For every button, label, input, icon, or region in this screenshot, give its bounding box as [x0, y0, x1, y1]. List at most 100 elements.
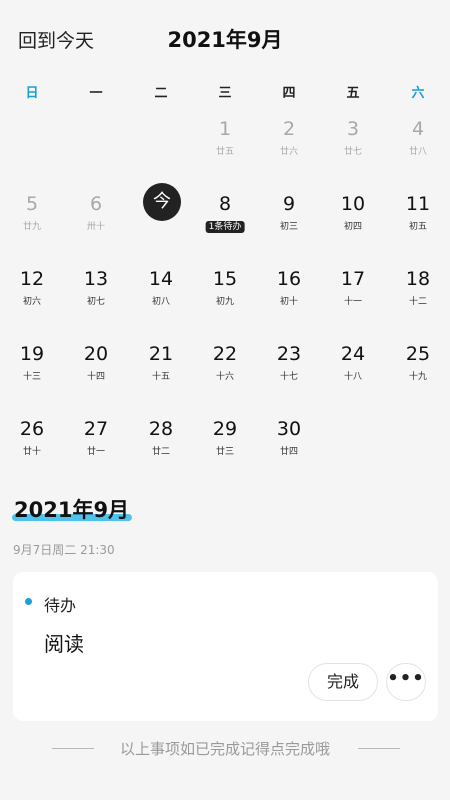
- day-number: 1: [218, 118, 232, 140]
- calendar-day[interactable]: 19 十三: [0, 337, 64, 409]
- day-number: 29: [212, 418, 238, 440]
- day-number: 24: [340, 343, 366, 365]
- calendar-day[interactable]: 18 十二: [386, 262, 450, 334]
- calendar-day[interactable]: 25 十九: [386, 337, 450, 409]
- day-number: 8: [218, 193, 232, 215]
- lunar-date: 初四: [343, 222, 362, 232]
- day-number: 10: [340, 193, 366, 215]
- today-marker: 今: [143, 183, 181, 221]
- weekday-header: 日一二三四五六: [0, 82, 450, 102]
- todo-count-badge: 1条待办: [205, 221, 245, 233]
- lunar-date: 十五: [151, 372, 170, 382]
- calendar-day[interactable]: 6 卅十: [64, 187, 128, 259]
- calendar-day[interactable]: 11 初五: [386, 187, 450, 259]
- calendar-day[interactable]: 20 十四: [64, 337, 128, 409]
- calendar-day[interactable]: 3 廿七: [321, 112, 385, 184]
- day-number: 4: [411, 118, 425, 140]
- lunar-date: 卅十: [86, 222, 105, 232]
- weekday-label: 六: [411, 86, 425, 101]
- lunar-date: 廿五: [215, 147, 234, 157]
- lunar-date: 廿三: [215, 447, 234, 457]
- lunar-date: 初三: [279, 222, 298, 232]
- weekday-label: 二: [154, 86, 168, 101]
- lunar-date: 廿九: [22, 222, 41, 232]
- lunar-date: 十一: [343, 297, 362, 307]
- lunar-date: 十二: [408, 297, 427, 307]
- calendar-day[interactable]: 17 十一: [321, 262, 385, 334]
- calendar-day[interactable]: 29 廿三: [193, 412, 257, 484]
- lunar-date: 十四: [86, 372, 105, 382]
- weekday-label: 四: [282, 86, 296, 101]
- calendar-day[interactable]: 8 1条待办: [193, 187, 257, 259]
- calendar-day[interactable]: 24 十八: [321, 337, 385, 409]
- weekday-label: 五: [346, 86, 360, 101]
- calendar-day[interactable]: 14 初八: [129, 262, 193, 334]
- calendar-day[interactable]: 13 初七: [64, 262, 128, 334]
- calendar-day[interactable]: 22 十六: [193, 337, 257, 409]
- month-title[interactable]: 2021年9月: [0, 24, 450, 54]
- day-number: 23: [276, 343, 302, 365]
- day-number: 28: [148, 418, 174, 440]
- calendar-day[interactable]: 9 初三: [257, 187, 321, 259]
- calendar-day[interactable]: 5 廿九: [0, 187, 64, 259]
- day-number: 12: [19, 268, 45, 290]
- calendar-day[interactable]: 10 初四: [321, 187, 385, 259]
- section-title: 2021年9月: [14, 498, 130, 522]
- day-number: 22: [212, 343, 238, 365]
- lunar-date: 初五: [408, 222, 427, 232]
- day-number: 11: [405, 193, 431, 215]
- complete-button[interactable]: 完成: [308, 663, 378, 701]
- lunar-date: 廿二: [151, 447, 170, 457]
- day-number: 14: [148, 268, 174, 290]
- day-number: 6: [89, 193, 103, 215]
- more-options-icon[interactable]: •••: [386, 663, 426, 701]
- day-number: 27: [83, 418, 109, 440]
- calendar-day-today[interactable]: 今: [129, 183, 193, 259]
- day-number: 17: [340, 268, 366, 290]
- lunar-date: 十六: [215, 372, 234, 382]
- todo-dot-icon: [25, 598, 32, 605]
- lunar-date: 廿七: [343, 147, 362, 157]
- day-number: 26: [19, 418, 45, 440]
- calendar-day[interactable]: 15 初九: [193, 262, 257, 334]
- day-number: 3: [346, 118, 360, 140]
- lunar-date: 廿八: [408, 147, 427, 157]
- day-number: 2: [282, 118, 296, 140]
- todo-title: 阅读: [44, 632, 84, 656]
- day-number: 25: [405, 343, 431, 365]
- lunar-date: 廿一: [86, 447, 105, 457]
- day-number: 20: [83, 343, 109, 365]
- calendar-day[interactable]: 1 廿五: [193, 112, 257, 184]
- day-number: 9: [282, 193, 296, 215]
- day-number: 16: [276, 268, 302, 290]
- calendar-day[interactable]: 12 初六: [0, 262, 64, 334]
- calendar-day[interactable]: 2 廿六: [257, 112, 321, 184]
- todo-card[interactable]: 待办 阅读 完成 •••: [13, 572, 438, 721]
- lunar-date: 初八: [151, 297, 170, 307]
- day-number: 21: [148, 343, 174, 365]
- weekday-label: 一: [89, 86, 103, 101]
- calendar-day[interactable]: 4 廿八: [386, 112, 450, 184]
- weekday-label: 三: [218, 86, 232, 101]
- calendar-day[interactable]: 23 十七: [257, 337, 321, 409]
- lunar-date: 十八: [343, 372, 362, 382]
- calendar-day[interactable]: 27 廿一: [64, 412, 128, 484]
- lunar-date: 廿四: [279, 447, 298, 457]
- lunar-date: 初六: [22, 297, 41, 307]
- day-number: 18: [405, 268, 431, 290]
- divider-right: [358, 748, 400, 749]
- calendar-day[interactable]: 26 廿十: [0, 412, 64, 484]
- calendar-day[interactable]: 30 廿四: [257, 412, 321, 484]
- lunar-date: 十三: [22, 372, 41, 382]
- day-number: 5: [25, 193, 39, 215]
- lunar-date: 初十: [279, 297, 298, 307]
- lunar-date: 廿十: [22, 447, 41, 457]
- calendar-day[interactable]: 21 十五: [129, 337, 193, 409]
- lunar-date: 初七: [86, 297, 105, 307]
- calendar-day[interactable]: 28 廿二: [129, 412, 193, 484]
- lunar-date: 廿六: [279, 147, 298, 157]
- day-number: 15: [212, 268, 238, 290]
- day-number: 19: [19, 343, 45, 365]
- top-bar: 回到今天 2021年9月: [0, 0, 450, 78]
- calendar-day[interactable]: 16 初十: [257, 262, 321, 334]
